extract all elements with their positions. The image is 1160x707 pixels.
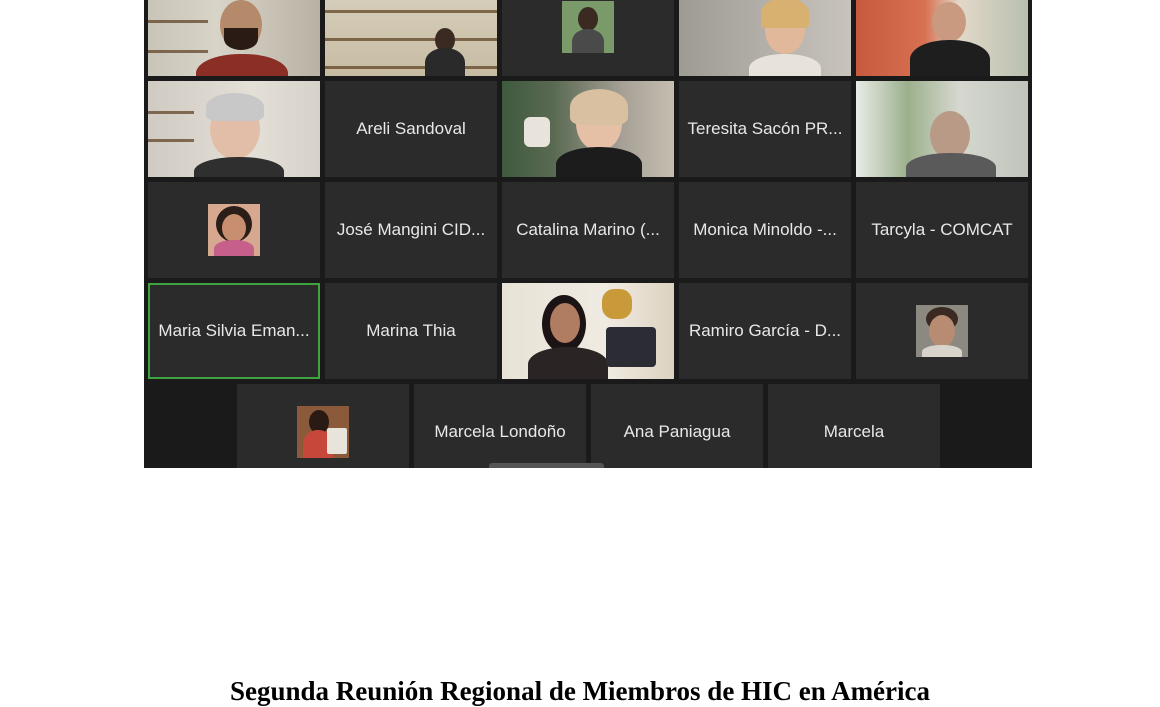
participant-video-tile[interactable] [502, 283, 674, 379]
participant-avatar-tile[interactable] [502, 0, 674, 76]
participant-name: Catalina Marino (... [516, 220, 660, 239]
participant-video-tile[interactable] [148, 81, 320, 177]
participant-video-tile[interactable] [679, 0, 851, 76]
participant-name: Monica Minoldo -... [693, 220, 837, 239]
participant-name: Ramiro García - D... [688, 321, 842, 340]
participant-name-tile[interactable]: Teresita Sacón PR... [679, 81, 851, 177]
document-title: Segunda Reunión Regional de Miembros de … [229, 676, 931, 706]
participant-name: Marcela [823, 422, 885, 441]
participant-video [856, 81, 1028, 177]
participant-avatar-tile[interactable] [237, 384, 409, 468]
participant-name-tile[interactable]: José Mangini CID... [325, 182, 497, 278]
participant-name-tile[interactable]: Ana Paniagua [591, 384, 763, 468]
participant-name: Maria Silvia Eman... [158, 321, 310, 340]
participant-avatar [562, 1, 614, 53]
scroll-indicator [489, 463, 604, 468]
participant-name-tile[interactable]: Marcela [768, 384, 940, 468]
participant-name-tile[interactable]: Catalina Marino (... [502, 182, 674, 278]
participant-name: Teresita Sacón PR... [687, 119, 843, 138]
participant-video [502, 81, 674, 177]
participant-avatar [916, 305, 968, 357]
participant-avatar-tile[interactable] [856, 283, 1028, 379]
participant-video [148, 81, 320, 177]
participant-video-tile[interactable] [856, 81, 1028, 177]
participant-name-tile[interactable]: Monica Minoldo -... [679, 182, 851, 278]
participant-name: Ana Paniagua [623, 422, 731, 441]
participant-video [856, 0, 1028, 76]
participant-avatar [208, 204, 260, 256]
participant-avatar [297, 406, 349, 458]
participant-name: Marcela Londoño [434, 422, 566, 441]
participant-video-tile[interactable] [502, 81, 674, 177]
participant-video [679, 0, 851, 76]
participant-video [325, 0, 497, 76]
participant-name: Areli Sandoval [356, 119, 466, 138]
participant-video [148, 0, 320, 76]
participant-name-tile[interactable]: Marcela Londoño [414, 384, 586, 468]
participant-name: José Mangini CID... [336, 220, 486, 239]
participant-video-tile[interactable] [856, 0, 1028, 76]
participant-video [502, 283, 674, 379]
participant-video-tile[interactable] [148, 0, 320, 76]
participant-name-tile[interactable]: Tarcyla - COMCAT [856, 182, 1028, 278]
participant-name: Marina Thia [366, 321, 456, 340]
participant-name-tile[interactable]: Ramiro García - D... [679, 283, 851, 379]
participant-video-tile[interactable] [325, 0, 497, 76]
participant-name: Tarcyla - COMCAT [871, 220, 1013, 239]
participant-name-tile-active-speaker[interactable]: Maria Silvia Eman... [148, 283, 320, 379]
video-conference-grid: Areli Sandoval Teresita Sacón PR... José… [144, 0, 1032, 468]
participant-name-tile[interactable]: Marina Thia [325, 283, 497, 379]
participant-name-tile[interactable]: Areli Sandoval [325, 81, 497, 177]
participant-avatar-tile[interactable] [148, 182, 320, 278]
